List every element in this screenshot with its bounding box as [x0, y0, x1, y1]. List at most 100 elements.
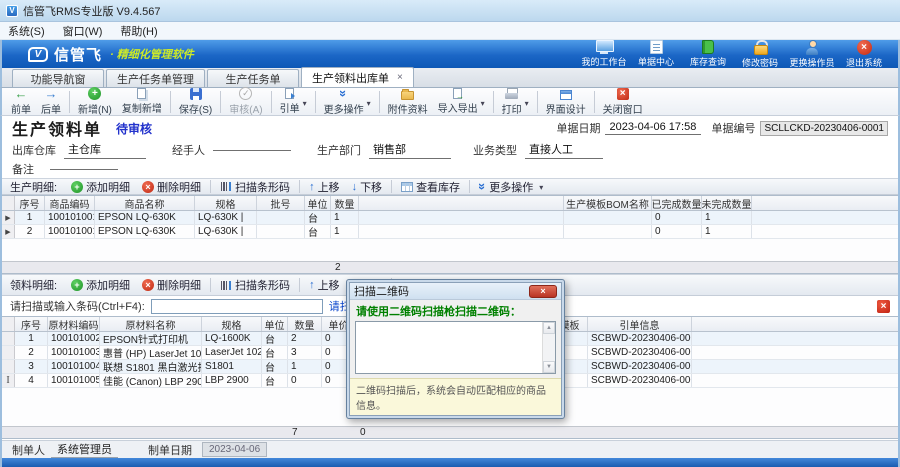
column-header[interactable]: 生产模板BOM名称 [564, 196, 652, 210]
scroll-up-icon[interactable] [543, 322, 555, 334]
material-delete-row-button[interactable]: 删除明细 [136, 277, 207, 293]
table-row[interactable]: ▶ 1 100101001 EPSON LQ-630K LQ-630K | 台 … [2, 211, 898, 225]
scan-qrcode-dialog: 扫描二维码 × 请使用二维码扫描枪扫描二维码： 二维码扫描后，系统会自动匹配相应… [346, 279, 565, 419]
remark-field[interactable] [50, 168, 118, 170]
ui-design-button[interactable]: 界面设计 [541, 87, 591, 117]
column-header[interactable]: 数量 [288, 317, 322, 331]
printer-icon [505, 88, 518, 100]
delete-circle-icon [142, 279, 154, 291]
quick-action-exit-system[interactable]: 退出系统 [838, 40, 890, 69]
column-header[interactable]: 原材料编码 [48, 317, 100, 331]
main-toolbar: 前单 后单 新增(N) 复制新增 保存(S) 审核(A) 引单 更多操作 附件资… [0, 88, 900, 116]
qrcode-scan-input[interactable] [355, 321, 556, 374]
production-scan-barcode-button[interactable]: 扫描条形码 [214, 179, 296, 195]
handler-field[interactable] [213, 149, 291, 151]
prev-doc-button[interactable]: 前单 [6, 86, 36, 117]
quick-action-change-password[interactable]: 修改密码 [734, 40, 786, 69]
warehouse-field[interactable]: 主仓库 [64, 141, 146, 159]
maker-bar: 制单人 系统管理员 制单日期 2023-04-06 [2, 440, 898, 458]
production-grid-summary: 2 [2, 261, 898, 273]
menu-window[interactable]: 窗口(W) [63, 23, 103, 39]
barcode-panel-close-button[interactable]: × [877, 300, 890, 313]
window-title: 信管飞RMS专业版 V9.4.567 [23, 3, 161, 19]
document-center-icon [650, 40, 663, 54]
production-more-button[interactable]: 更多操作 [473, 179, 549, 195]
scroll-down-icon[interactable] [543, 361, 555, 373]
barcode-input[interactable] [151, 299, 323, 314]
quick-action-inventory-query[interactable]: 库存查询 [682, 40, 734, 68]
next-doc-button[interactable]: 后单 [36, 86, 66, 117]
column-header[interactable]: 序号 [15, 317, 48, 331]
production-delete-row-button[interactable]: 删除明细 [136, 179, 207, 195]
column-header[interactable]: 未完成数量 [702, 196, 752, 210]
quick-action-switch-operator[interactable]: 更换操作员 [786, 40, 838, 69]
brand-banner: V 信管飞 · 精细化管理软件 我的工作台 单据中心 库存查询 修改密码 更换操… [0, 40, 900, 68]
material-move-up-button[interactable]: 上移 [303, 277, 346, 293]
column-header[interactable]: 商品编码 [45, 196, 95, 210]
warehouse-label: 出库仓库 [12, 142, 56, 158]
new-doc-button[interactable]: 新增(N) [73, 86, 117, 117]
import-export-button[interactable]: 导入导出 [433, 87, 490, 116]
pull-order-button[interactable]: 引单 [275, 87, 312, 116]
column-header[interactable]: 原材料名称 [100, 317, 202, 331]
column-header[interactable]: 规格 [195, 196, 257, 210]
tab-production-material-outbound[interactable]: 生产领料出库单 × [301, 67, 414, 87]
menu-system[interactable]: 系统(S) [8, 23, 45, 39]
column-header[interactable]: 引单信息 [588, 317, 692, 331]
business-type-field[interactable]: 直接人工 [525, 141, 603, 159]
delete-circle-icon [142, 181, 154, 193]
production-dept-field[interactable]: 销售部 [369, 141, 451, 159]
import-export-icon [453, 88, 462, 99]
row-pointer-icon: ▶ [2, 225, 15, 238]
dialog-close-button[interactable]: × [529, 285, 557, 298]
column-header[interactable]: 数量 [331, 196, 359, 210]
window-titlebar[interactable]: V 信管飞RMS专业版 V9.4.567 [0, 0, 900, 22]
copy-icon [137, 88, 146, 99]
tab-production-task-mgmt[interactable]: 生产任务单管理 [106, 69, 205, 87]
production-view-stock-button[interactable]: 查看库存 [395, 179, 466, 195]
copy-new-button[interactable]: 复制新增 [117, 87, 167, 116]
remark-row: 备注 [2, 160, 898, 178]
column-header[interactable]: 序号 [15, 196, 45, 210]
material-scan-barcode-button[interactable]: 扫描条形码 [214, 277, 296, 293]
column-header[interactable] [359, 196, 564, 210]
more-actions-button[interactable]: 更多操作 [319, 86, 376, 117]
menu-help[interactable]: 帮助(H) [120, 23, 157, 39]
audit-button[interactable]: 审核(A) [224, 86, 267, 117]
dialog-titlebar[interactable]: 扫描二维码 × [350, 283, 561, 300]
dropdown-caret-icon [367, 93, 371, 111]
handler-label: 经手人 [172, 142, 205, 158]
quick-action-document-center[interactable]: 单据中心 [630, 40, 682, 68]
save-button[interactable]: 保存(S) [174, 87, 217, 117]
material-section-label: 领料明细: [10, 277, 57, 293]
attachments-button[interactable]: 附件资料 [383, 87, 433, 117]
column-header[interactable]: 商品名称 [95, 196, 195, 210]
production-section-label: 生产明细: [10, 179, 57, 195]
scrollbar[interactable] [542, 322, 555, 373]
table-row[interactable]: ▶ 2 100101001 EPSON LQ-630K LQ-630K | 台 … [2, 225, 898, 239]
production-add-row-button[interactable]: 添加明细 [65, 179, 136, 195]
column-header[interactable]: 已完成数量 [652, 196, 702, 210]
production-move-down-button[interactable]: 下移 [346, 179, 389, 195]
column-header[interactable]: 单位 [305, 196, 331, 210]
dropdown-caret-icon [539, 181, 543, 193]
arrow-down-icon [352, 181, 358, 193]
brand-slogan: · 精细化管理软件 [110, 46, 194, 62]
workbench-monitor-icon [596, 40, 612, 54]
column-header[interactable]: 规格 [202, 317, 262, 331]
column-header[interactable]: 单位 [262, 317, 288, 331]
column-header[interactable]: 批号 [257, 196, 305, 210]
tab-close-icon[interactable]: × [397, 72, 403, 83]
material-add-row-button[interactable]: 添加明细 [65, 277, 136, 293]
tab-production-task[interactable]: 生产任务单 [207, 69, 299, 87]
doc-date-value[interactable]: 2023-04-06 17:58 [605, 121, 701, 135]
header-fields-row: 出库仓库 主仓库 经手人 生产部门 销售部 业务类型 直接人工 [2, 140, 898, 160]
tab-function-nav[interactable]: 功能导航窗 [12, 69, 104, 87]
app-window: V 信管飞RMS专业版 V9.4.567 系统(S) 窗口(W) 帮助(H) V… [0, 0, 900, 467]
quick-action-workbench[interactable]: 我的工作台 [578, 40, 630, 68]
switch-user-icon [805, 40, 819, 55]
remark-label: 备注 [12, 161, 34, 177]
production-move-up-button[interactable]: 上移 [303, 179, 346, 195]
close-window-button[interactable]: 关闭窗口 [598, 87, 648, 117]
print-button[interactable]: 打印 [497, 87, 534, 117]
